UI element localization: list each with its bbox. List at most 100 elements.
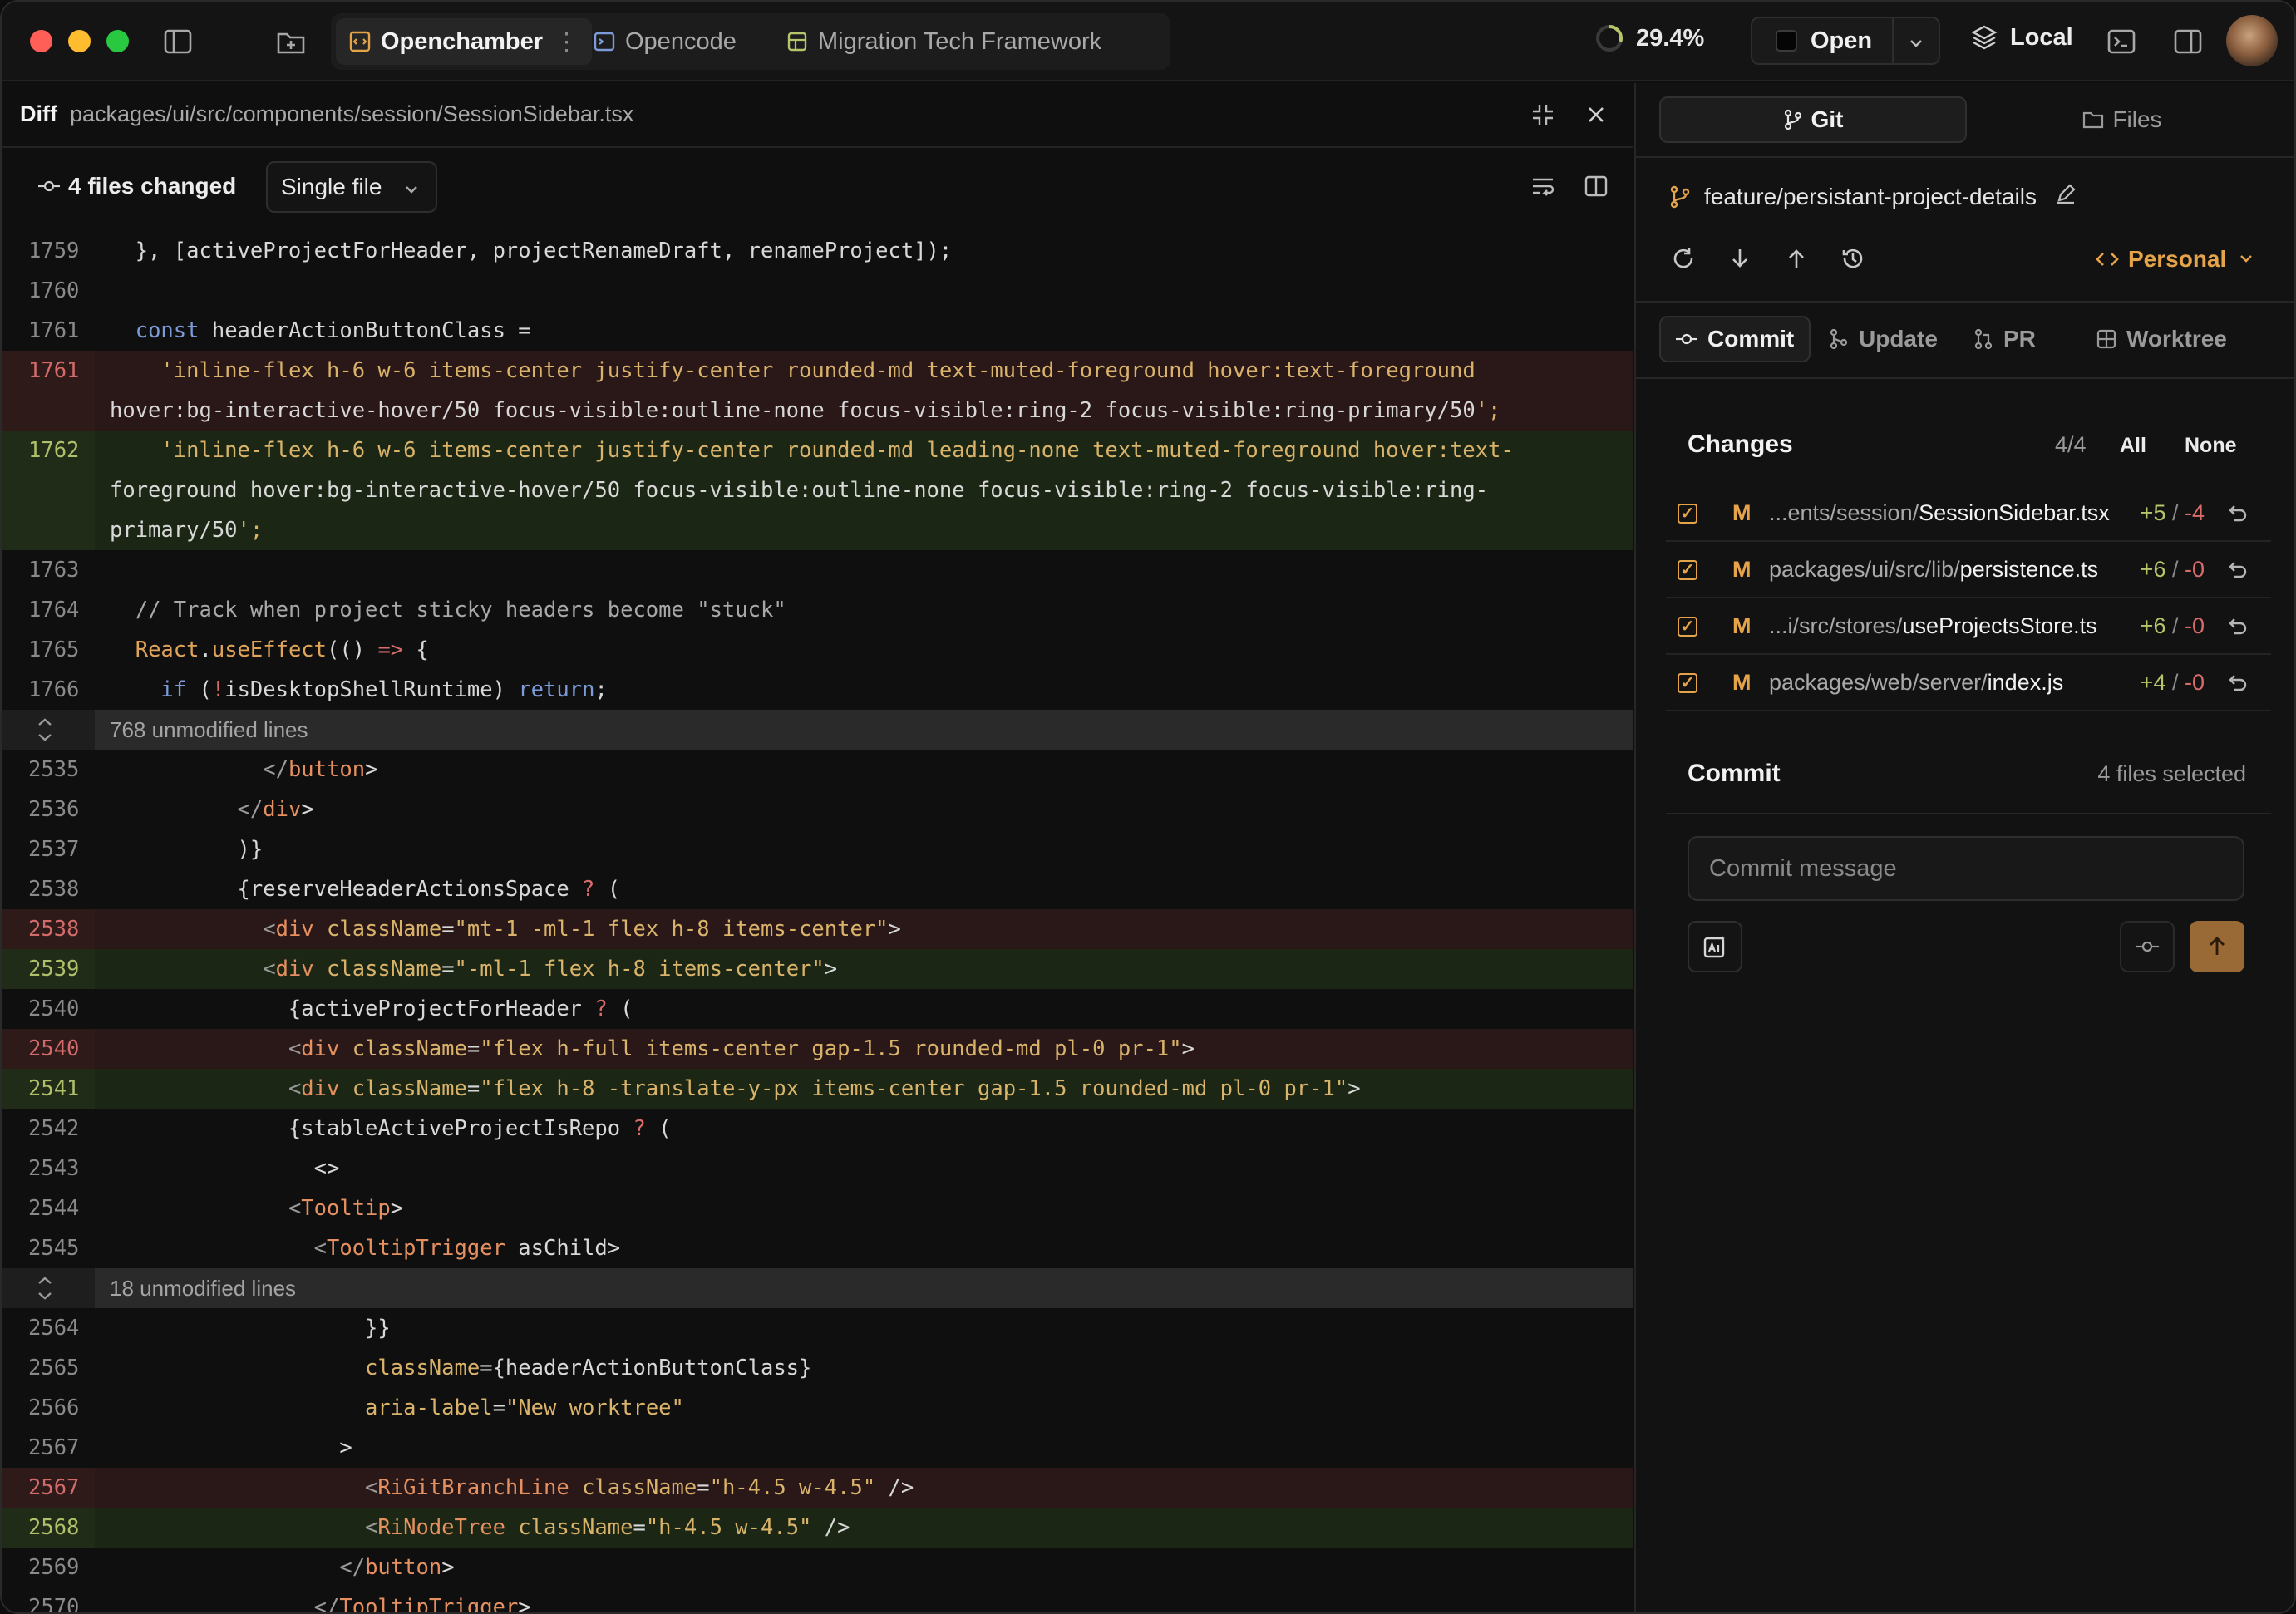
- commit-button[interactable]: [2120, 921, 2175, 972]
- file-dir: packages/ui/src/lib/: [1769, 557, 1960, 582]
- tab-migration-tech-framework[interactable]: Migration Tech Framework: [786, 18, 1101, 65]
- branch-name: feature/persistant-project-details: [1669, 183, 2090, 210]
- unmodified-lines-fold[interactable]: 768 unmodified lines: [2, 710, 1633, 750]
- line-number: 2568: [2, 1508, 95, 1548]
- chevron-down-icon[interactable]: [1907, 32, 1925, 59]
- collapse-icon[interactable]: [1528, 100, 1558, 130]
- line-number: [2, 510, 95, 550]
- project-tabs: Openchamber ⋮ Opencode Migration Tech Fr…: [331, 13, 1170, 70]
- sidebar-toggle-icon[interactable]: [161, 25, 195, 58]
- avatar[interactable]: [2226, 15, 2278, 66]
- expand-icon[interactable]: [2, 1268, 95, 1308]
- commit-message-input[interactable]: [1688, 836, 2244, 901]
- revert-icon[interactable]: [2225, 559, 2248, 582]
- file-dir: packages/web/server/: [1769, 670, 1988, 695]
- tab-openchamber[interactable]: Openchamber ⋮: [336, 18, 592, 65]
- close-icon[interactable]: [1581, 100, 1611, 130]
- code-line: 1759 }, [activeProjectForHeader, project…: [2, 231, 1633, 271]
- branch-label: feature/persistant-project-details: [1704, 183, 2037, 209]
- file-checkbox[interactable]: ✓: [1678, 673, 1697, 693]
- code-text: 'inline-flex h-6 w-6 items-center justif…: [160, 438, 1514, 463]
- code-text: {stableActiveProjectIsRepo ? (: [110, 1116, 672, 1141]
- line-number: 2570: [28, 1595, 80, 1614]
- revert-icon[interactable]: [2225, 615, 2248, 638]
- git-actions: [1669, 244, 1895, 273]
- git-subtabs: Commit Update PR Worktree: [1659, 316, 2276, 362]
- environment-selector[interactable]: Local: [1970, 23, 2073, 52]
- subtab-worktree[interactable]: Worktree: [2096, 316, 2227, 362]
- split-view-icon[interactable]: [1581, 171, 1611, 201]
- select-none-button[interactable]: None: [2185, 434, 2237, 458]
- arrow-up-icon: [2210, 937, 2225, 955]
- lines-added: +6: [2140, 557, 2166, 582]
- close-window-button[interactable]: [30, 30, 52, 52]
- code-text: <RiNodeTree className="h-4.5 w-4.5" />: [365, 1515, 850, 1540]
- subtab-pr[interactable]: PR: [1973, 316, 2036, 362]
- identity-selector[interactable]: Personal: [2095, 246, 2263, 273]
- pull-icon[interactable]: [1726, 244, 1754, 273]
- subtab-update[interactable]: Update: [1829, 316, 1938, 362]
- file-checkbox[interactable]: ✓: [1678, 617, 1697, 637]
- generate-message-button[interactable]: [1688, 921, 1742, 972]
- line-number: 1759: [28, 239, 80, 263]
- expand-icon[interactable]: [2, 710, 95, 750]
- changed-file-row[interactable]: ✓ M ...ents/session/SessionSidebar.tsx +5 /…: [1666, 485, 2271, 542]
- changed-file-row[interactable]: ✓ Mpackages/ui/src/lib/persistence.ts +6 /…: [1666, 542, 2271, 598]
- tab-opencode[interactable]: Opencode: [594, 18, 737, 65]
- git-merge-icon: [1830, 328, 1848, 350]
- edit-icon[interactable]: [2055, 183, 2090, 210]
- file-checkbox[interactable]: ✓: [1678, 560, 1697, 580]
- context-usage[interactable]: 29.4%: [1594, 23, 1704, 53]
- line-number: 2541: [2, 1069, 95, 1109]
- right-panel-toggle-icon[interactable]: [2171, 25, 2205, 58]
- line-number: 1765: [28, 637, 80, 662]
- refresh-icon[interactable]: [1669, 244, 1697, 273]
- code-text: </TooltipTrigger>: [313, 1595, 531, 1614]
- terminal-toggle-icon[interactable]: [2105, 25, 2138, 58]
- lines-added: +5: [2140, 500, 2166, 525]
- added-line: 2541 <div className="flex h-8 -translate…: [2, 1069, 1633, 1109]
- open-in-app-button[interactable]: Open: [1751, 17, 1940, 65]
- new-folder-icon[interactable]: [274, 25, 308, 58]
- file-dir: ...i/src/stores/: [1769, 613, 1903, 638]
- commit-and-push-button[interactable]: [2190, 921, 2244, 972]
- line-number: 1761: [28, 318, 80, 343]
- code-text: if (!isDesktopShellRuntime) return;: [160, 677, 608, 702]
- file-checkbox[interactable]: ✓: [1678, 504, 1697, 524]
- file-diff-stat: +5 / -4: [2140, 500, 2205, 525]
- revert-icon[interactable]: [2225, 502, 2248, 525]
- file-name: SessionSidebar.tsx: [1919, 500, 2110, 525]
- select-all-button[interactable]: All: [2120, 434, 2146, 458]
- diff-header: Diff packages/ui/src/components/session/…: [2, 83, 1633, 148]
- changed-file-row[interactable]: ✓ Mpackages/web/server/index.js +4 / -0: [1666, 655, 2271, 711]
- file-path: packages/web/server/index.js: [1769, 670, 2063, 696]
- subtab-commit[interactable]: Commit: [1659, 316, 1811, 362]
- tab-files[interactable]: Files: [1968, 96, 2276, 143]
- code-text: <div className="mt-1 -ml-1 flex h-8 item…: [263, 917, 901, 942]
- unmodified-lines-fold[interactable]: 18 unmodified lines: [2, 1268, 1633, 1308]
- zoom-window-button[interactable]: [106, 30, 129, 52]
- terminal-icon: [594, 31, 615, 52]
- minimize-window-button[interactable]: [68, 30, 91, 52]
- identity-label: Personal: [2128, 246, 2227, 272]
- line-number: 2537: [28, 837, 80, 862]
- added-line: foreground hover:bg-interactive-hover/50…: [2, 470, 1633, 510]
- changed-file-row[interactable]: ✓ M ...i/src/stores/useProjectsStore.ts +6 …: [1666, 598, 2271, 655]
- line-number: 2543: [28, 1156, 80, 1181]
- wrap-lines-icon[interactable]: [1528, 171, 1558, 201]
- history-icon[interactable]: [1839, 244, 1867, 273]
- tab-git[interactable]: Git: [1659, 96, 1967, 143]
- view-mode-select[interactable]: Single file: [266, 161, 437, 213]
- file-name: index.js: [1987, 670, 2064, 695]
- environment-label: Local: [2010, 23, 2073, 51]
- diff-code-view: 1759 }, [activeProjectForHeader, project…: [2, 231, 1633, 1614]
- code-text: <div className="-ml-1 flex h-8 items-cen…: [263, 957, 838, 982]
- tab-menu-icon[interactable]: ⋮: [554, 27, 579, 57]
- revert-icon[interactable]: [2225, 672, 2248, 695]
- code-line: 2544 <Tooltip>: [2, 1188, 1633, 1228]
- added-line: 2568 <RiNodeTree className="h-4.5 w-4.5"…: [2, 1508, 1633, 1548]
- push-icon[interactable]: [1782, 244, 1811, 273]
- code-line: 2543 <>: [2, 1149, 1633, 1188]
- code-text: const headerActionButtonClass =: [135, 318, 531, 343]
